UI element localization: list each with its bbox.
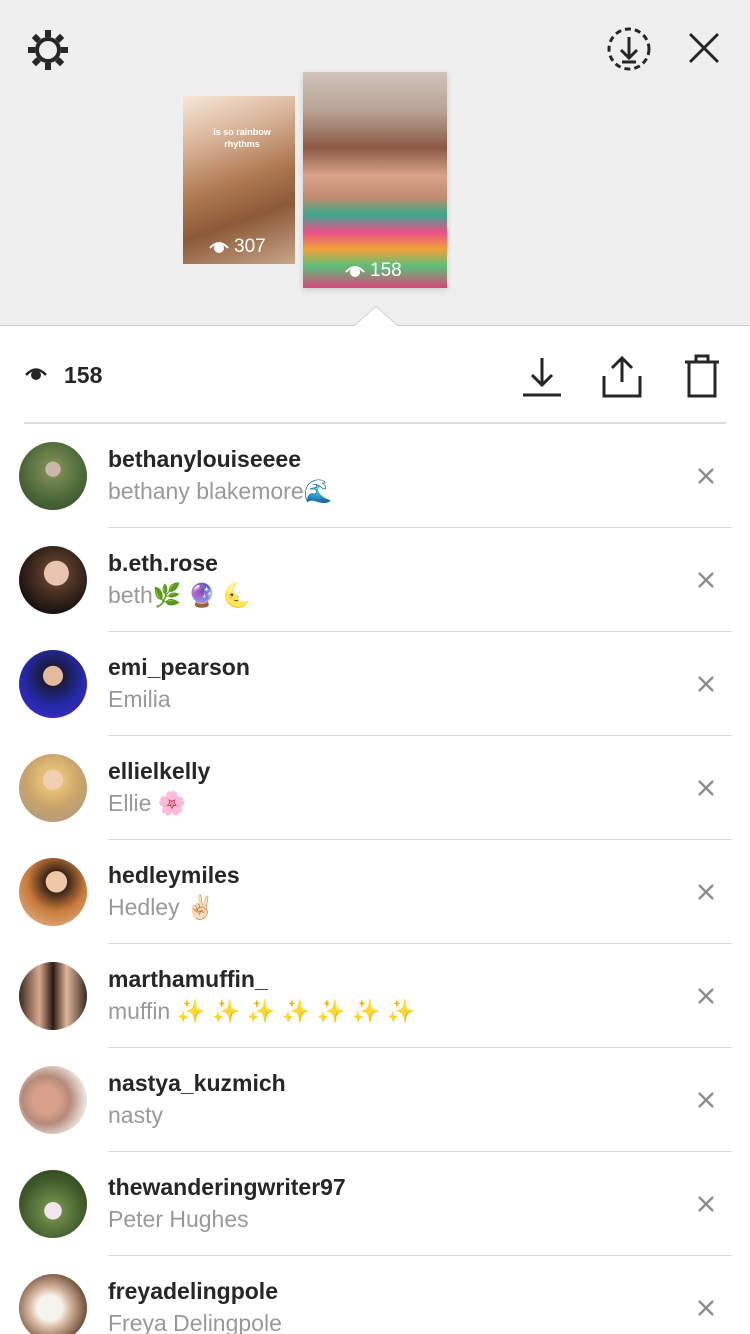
viewer-username[interactable]: hedleymiles (108, 862, 240, 889)
viewer-row[interactable]: freyadelingpole Freya Delingpole (0, 1256, 750, 1334)
viewer-username[interactable]: thewanderingwriter97 (108, 1174, 346, 1201)
story-thumbnail-selected[interactable]: 158 (303, 72, 447, 288)
avatar[interactable] (19, 1170, 87, 1238)
eye-icon (209, 242, 229, 253)
viewer-fullname: Ellie 🌸 (108, 790, 187, 816)
viewer-row[interactable]: marthamuffin_ muffin ✨ ✨ ✨ ✨ ✨ ✨ ✨ (0, 944, 750, 1048)
story-view-count: 158 (345, 260, 402, 282)
remove-viewer-icon[interactable] (690, 980, 722, 1012)
avatar[interactable] (19, 858, 87, 926)
download-icon[interactable] (520, 352, 564, 400)
viewer-fullname: Freya Delingpole (108, 1310, 282, 1334)
viewer-row[interactable]: b.eth.rose beth🌿 🔮 🌜 (0, 528, 750, 632)
gear-icon[interactable] (24, 26, 72, 74)
avatar[interactable] (19, 1274, 87, 1334)
viewer-username[interactable]: nastya_kuzmich (108, 1070, 286, 1097)
share-icon[interactable] (600, 352, 644, 400)
viewer-row[interactable]: thewanderingwriter97 Peter Hughes (0, 1152, 750, 1256)
viewer-username[interactable]: marthamuffin_ (108, 966, 268, 993)
remove-viewer-icon[interactable] (690, 1292, 722, 1324)
story-views: 307 (234, 236, 266, 257)
close-icon[interactable] (682, 26, 726, 70)
avatar[interactable] (19, 650, 87, 718)
viewer-username[interactable]: emi_pearson (108, 654, 250, 681)
viewer-row[interactable]: nastya_kuzmich nasty (0, 1048, 750, 1152)
remove-viewer-icon[interactable] (690, 460, 722, 492)
avatar[interactable] (19, 546, 87, 614)
viewer-fullname: Emilia (108, 686, 171, 712)
viewer-fullname: nasty (108, 1102, 163, 1128)
eye-icon (24, 364, 48, 388)
viewer-fullname: bethany blakemore🌊 (108, 478, 333, 504)
viewer-fullname: Hedley ✌🏻 (108, 894, 215, 920)
viewer-username[interactable]: freyadelingpole (108, 1278, 278, 1305)
viewer-row[interactable]: bethanylouiseeee bethany blakemore🌊 (0, 424, 750, 528)
avatar[interactable] (19, 754, 87, 822)
viewer-username[interactable]: b.eth.rose (108, 550, 218, 577)
story-view-count: 307 (209, 236, 266, 258)
avatar[interactable] (19, 962, 87, 1030)
story-views: 158 (370, 260, 402, 281)
remove-viewer-icon[interactable] (690, 1188, 722, 1220)
story-caption: is so rainbow rhythms (213, 127, 271, 149)
viewer-fullname: Peter Hughes (108, 1206, 249, 1232)
avatar[interactable] (19, 442, 87, 510)
trash-icon[interactable] (680, 352, 724, 400)
eye-icon (345, 266, 365, 277)
remove-viewer-icon[interactable] (690, 668, 722, 700)
remove-viewer-icon[interactable] (690, 876, 722, 908)
viewer-count: 158 (64, 362, 103, 388)
viewer-username[interactable]: bethanylouiseeee (108, 446, 301, 473)
avatar[interactable] (19, 1066, 87, 1134)
viewer-row[interactable]: ellielkelly Ellie 🌸 (0, 736, 750, 840)
remove-viewer-icon[interactable] (690, 564, 722, 596)
story-thumbnail[interactable]: is so rainbow rhythms 307 (183, 96, 295, 264)
viewer-row[interactable]: hedleymiles Hedley ✌🏻 (0, 840, 750, 944)
remove-viewer-icon[interactable] (690, 772, 722, 804)
viewer-row[interactable]: emi_pearson Emilia (0, 632, 750, 736)
viewer-fullname: muffin ✨ ✨ ✨ ✨ ✨ ✨ ✨ (108, 998, 416, 1024)
selection-pointer (354, 305, 398, 327)
save-circle-icon[interactable] (604, 24, 654, 74)
remove-viewer-icon[interactable] (690, 1084, 722, 1116)
viewer-username[interactable]: ellielkelly (108, 758, 210, 785)
viewer-fullname: beth🌿 🔮 🌜 (108, 582, 252, 608)
story-preview-area: is so rainbow rhythms 307 158 (0, 0, 750, 326)
